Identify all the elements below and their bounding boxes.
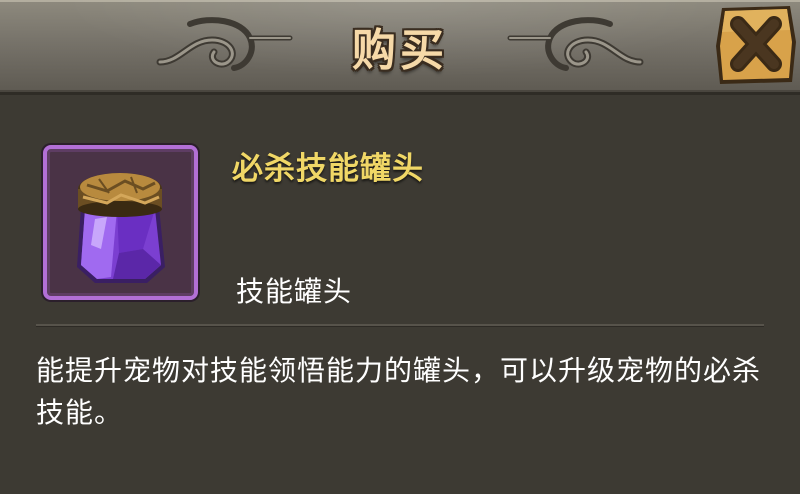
item-name: 必杀技能罐头 (232, 151, 424, 187)
close-x-icon (716, 6, 796, 84)
purple-crystal-jar-icon (77, 173, 165, 283)
item-icon-frame (43, 145, 198, 300)
close-button[interactable] (712, 2, 798, 86)
dialog-title: 购买 (352, 25, 448, 76)
dialog-header: 购买 (0, 0, 800, 95)
divider (36, 324, 764, 327)
item-type: 技能罐头 (236, 275, 353, 308)
item-description: 能提升宠物对技能领悟能力的罐头，可以升级宠物的必杀技能。 (36, 354, 762, 429)
purchase-dialog: 购买 必杀技能罐头 技能罐头 能提升宠物对技能领悟能力的罐头，可以升级宠物的必杀… (0, 0, 800, 494)
